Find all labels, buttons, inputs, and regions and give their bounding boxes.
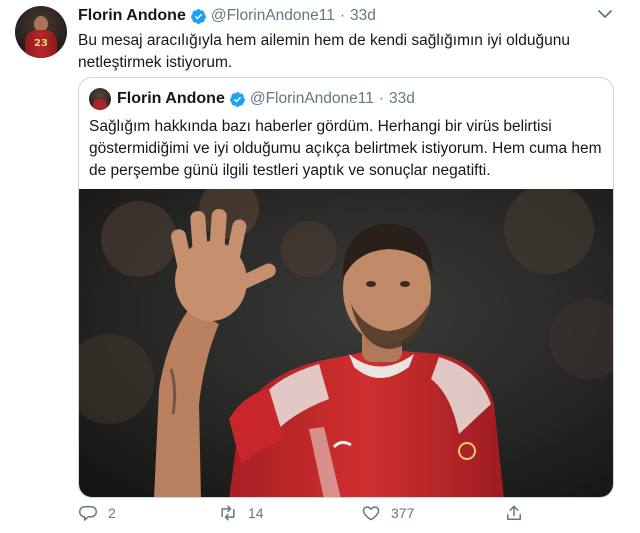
quoted-tweet-header: Florin Andone @FlorinAndone11 · 33d xyxy=(117,89,415,109)
tweet[interactable]: 23 Florin Andone @FlorinAndone11 · 33d B… xyxy=(0,0,640,533)
quoted-tweet[interactable]: Florin Andone @FlorinAndone11 · 33d Sağl… xyxy=(78,77,614,498)
avatar-jersey-number: 23 xyxy=(34,38,48,49)
quoted-author-avatar[interactable] xyxy=(89,88,111,110)
retweet-count: 14 xyxy=(248,505,264,521)
share-icon xyxy=(507,505,521,520)
quoted-tweet-time[interactable]: 33d xyxy=(389,90,415,108)
header-separator: · xyxy=(339,7,346,24)
reply-count: 2 xyxy=(108,505,116,521)
player-waving-photo[interactable] xyxy=(79,189,614,498)
author-avatar[interactable]: 23 xyxy=(15,6,67,58)
retweet-button[interactable]: 14 xyxy=(218,500,264,526)
tweet-actions: 2 14 377 xyxy=(78,500,548,526)
reply-button[interactable]: 2 xyxy=(78,500,116,526)
quoted-author-handle[interactable]: @FlorinAndone11 xyxy=(250,90,374,108)
like-count: 377 xyxy=(391,505,415,521)
tweet-text: Bu mesaj aracılığıyla hem ailemin hem de… xyxy=(78,32,570,71)
like-button[interactable]: 377 xyxy=(361,500,414,526)
like-icon xyxy=(362,506,380,521)
chevron-down-icon[interactable] xyxy=(597,8,613,20)
quoted-avatar-shirt xyxy=(93,99,107,110)
quoted-tweet-text: Sağlığım hakkında bazı haberler gördüm. … xyxy=(89,118,602,179)
tweet-time[interactable]: 33d xyxy=(350,7,376,25)
verified-badge-icon xyxy=(229,91,245,107)
tweet-header: Florin Andone @FlorinAndone11 · 33d xyxy=(78,6,376,26)
author-name[interactable]: Florin Andone xyxy=(78,7,186,25)
author-handle[interactable]: @FlorinAndone11 xyxy=(211,7,335,25)
share-button[interactable] xyxy=(504,500,524,526)
reply-icon xyxy=(78,506,98,521)
quoted-header-separator: · xyxy=(378,90,385,107)
quoted-author-name[interactable]: Florin Andone xyxy=(117,90,225,108)
verified-badge-icon xyxy=(190,8,206,24)
retweet-icon xyxy=(221,505,235,521)
